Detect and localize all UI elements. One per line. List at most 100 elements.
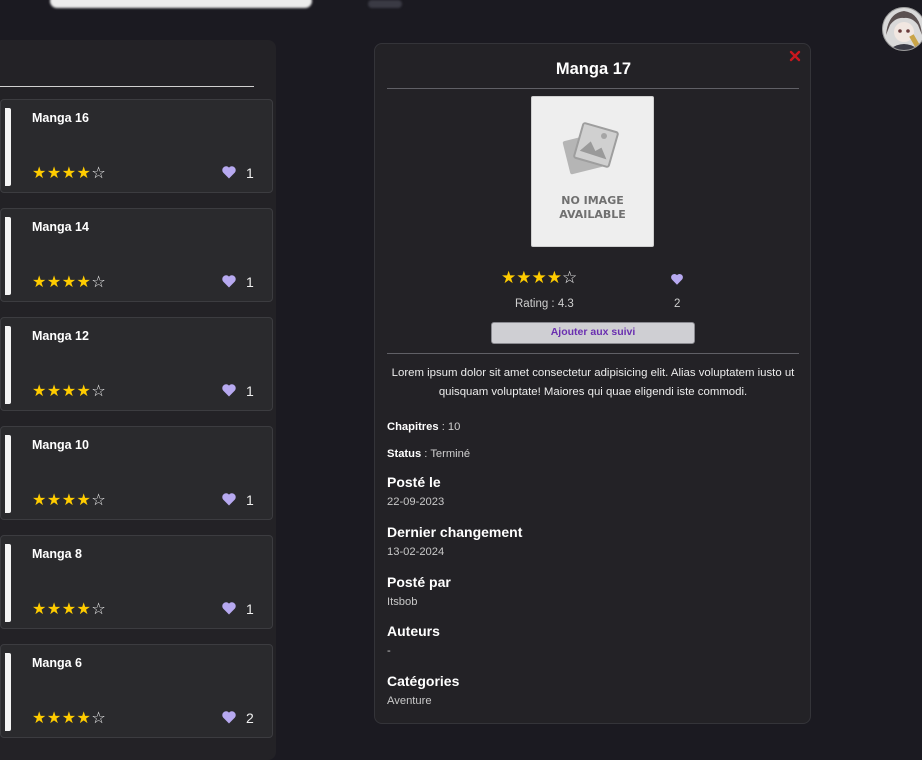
- no-image-text: NO IMAGE AVAILABLE: [532, 194, 653, 222]
- star-filled-icon: ★: [501, 268, 516, 288]
- rating-stars: ★★★★☆: [32, 709, 106, 727]
- manga-card-title: Manga 14: [32, 220, 89, 234]
- heart-icon[interactable]: [221, 709, 237, 725]
- star-filled-icon: ★: [77, 599, 92, 618]
- star-filled-icon: ★: [32, 163, 47, 182]
- follow-button[interactable]: Ajouter aux suivi: [491, 322, 695, 344]
- manga-card[interactable]: Manga 10 ★★★★☆ 1: [0, 426, 273, 520]
- manga-card-title: Manga 12: [32, 329, 89, 343]
- heart-icon[interactable]: [670, 272, 684, 286]
- star-filled-icon: ★: [47, 272, 62, 291]
- star-empty-icon: ☆: [91, 599, 106, 618]
- chapters-value: : 10: [439, 421, 461, 433]
- manga-thumbnail: [5, 108, 11, 186]
- star-empty-icon: ☆: [562, 268, 577, 288]
- manga-thumbnail: [5, 653, 11, 731]
- star-empty-icon: ☆: [91, 163, 106, 182]
- chapters-label: Chapitres: [387, 421, 439, 433]
- last-change-label: Dernier changement: [387, 524, 522, 540]
- status-line: Status : Terminé: [387, 448, 470, 460]
- star-empty-icon: ☆: [91, 381, 106, 400]
- manga-thumbnail: [5, 435, 11, 513]
- rating-stars: ★★★★☆: [32, 382, 106, 400]
- star-filled-icon: ★: [32, 708, 47, 727]
- manga-card[interactable]: Manga 8 ★★★★☆ 1: [0, 535, 273, 629]
- status-label: Status: [387, 448, 421, 460]
- categories-label: Catégories: [387, 673, 459, 689]
- no-image-line2: AVAILABLE: [532, 208, 653, 222]
- categories-value: Aventure: [387, 695, 432, 707]
- detail-title: Manga 17: [375, 60, 812, 79]
- chapters-line: Chapitres : 10: [387, 421, 460, 433]
- likes-count: 2: [246, 710, 254, 726]
- manga-card-title: Manga 10: [32, 438, 89, 452]
- star-filled-icon: ★: [62, 708, 77, 727]
- heart-icon[interactable]: [221, 600, 237, 616]
- star-empty-icon: ☆: [91, 490, 106, 509]
- star-filled-icon: ★: [62, 599, 77, 618]
- search-bar[interactable]: [50, 0, 312, 8]
- likes-count: 1: [246, 383, 254, 399]
- section-divider: [387, 353, 799, 354]
- manga-card[interactable]: Manga 16 ★★★★☆ 1: [0, 99, 273, 193]
- rating-stars: ★★★★☆: [32, 164, 106, 182]
- rating-stars: ★★★★☆: [32, 491, 106, 509]
- rating-stars: ★★★★☆: [32, 600, 106, 618]
- title-divider: [387, 88, 799, 89]
- star-filled-icon: ★: [32, 272, 47, 291]
- manga-thumbnail: [5, 217, 11, 295]
- star-filled-icon: ★: [547, 268, 562, 288]
- star-filled-icon: ★: [32, 490, 47, 509]
- star-filled-icon: ★: [62, 163, 77, 182]
- star-filled-icon: ★: [62, 490, 77, 509]
- star-filled-icon: ★: [62, 381, 77, 400]
- manga-card[interactable]: Manga 14 ★★★★☆ 1: [0, 208, 273, 302]
- star-filled-icon: ★: [77, 163, 92, 182]
- star-filled-icon: ★: [47, 708, 62, 727]
- posted-by-label: Posté par: [387, 574, 451, 590]
- authors-label: Auteurs: [387, 623, 440, 639]
- star-filled-icon: ★: [47, 490, 62, 509]
- posted-by-value: Itsbob: [387, 596, 417, 608]
- rating-text: Rating : 4.3: [515, 298, 574, 310]
- image-placeholder-icon: [560, 121, 624, 181]
- likes-count: 1: [246, 274, 254, 290]
- star-filled-icon: ★: [77, 272, 92, 291]
- star-empty-icon: ☆: [91, 272, 106, 291]
- list-divider: [0, 86, 254, 87]
- likes-count: 1: [246, 165, 254, 181]
- star-filled-icon: ★: [47, 163, 62, 182]
- star-filled-icon: ★: [516, 268, 531, 288]
- manga-card[interactable]: Manga 6 ★★★★☆ 2: [0, 644, 273, 738]
- manga-thumbnail: [5, 326, 11, 404]
- likes-count: 1: [246, 492, 254, 508]
- posted-on-value: 22-09-2023: [387, 496, 444, 508]
- rating-stars: ★★★★☆: [501, 268, 577, 288]
- star-filled-icon: ★: [77, 708, 92, 727]
- rating-stars: ★★★★☆: [32, 273, 106, 291]
- heart-icon[interactable]: [221, 164, 237, 180]
- manga-card-title: Manga 8: [32, 547, 82, 561]
- manga-card-title: Manga 16: [32, 111, 89, 125]
- authors-value: -: [387, 645, 391, 657]
- likes-count: 2: [674, 298, 680, 310]
- star-filled-icon: ★: [532, 268, 547, 288]
- top-nav-link[interactable]: [368, 0, 402, 8]
- heart-icon[interactable]: [221, 382, 237, 398]
- star-filled-icon: ★: [47, 381, 62, 400]
- top-bar: [0, 0, 922, 20]
- status-value: : Terminé: [421, 448, 470, 460]
- manga-card-title: Manga 6: [32, 656, 82, 670]
- star-filled-icon: ★: [32, 381, 47, 400]
- heart-icon[interactable]: [221, 491, 237, 507]
- star-empty-icon: ☆: [91, 708, 106, 727]
- likes-count: 1: [246, 601, 254, 617]
- star-filled-icon: ★: [32, 599, 47, 618]
- no-image-line1: NO IMAGE: [532, 194, 653, 208]
- user-avatar[interactable]: [882, 5, 922, 53]
- star-filled-icon: ★: [77, 490, 92, 509]
- manga-detail-panel: Manga 17 NO IMAGE AVAILABLE ★★★★☆ Rating…: [374, 43, 811, 724]
- manga-card[interactable]: Manga 12 ★★★★☆ 1: [0, 317, 273, 411]
- star-filled-icon: ★: [47, 599, 62, 618]
- heart-icon[interactable]: [221, 273, 237, 289]
